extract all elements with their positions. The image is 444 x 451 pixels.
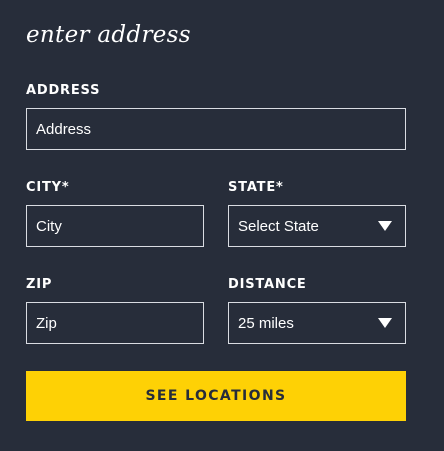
distance-label: DISTANCE [228,277,307,292]
zip-input[interactable] [26,302,204,344]
chevron-down-icon [378,318,392,328]
form-heading: enter address [26,22,191,48]
zip-label: ZIP [26,277,53,292]
see-locations-button[interactable]: SEE LOCATIONS [26,371,406,421]
chevron-down-icon [378,221,392,231]
state-select[interactable]: Select State [228,205,406,247]
state-select-value: Select State [238,217,319,235]
city-input[interactable] [26,205,204,247]
state-label: STATE* [228,180,284,195]
city-label: CITY* [26,180,70,195]
address-label: ADDRESS [26,83,101,98]
address-input[interactable] [26,108,406,150]
distance-select-value: 25 miles [238,314,294,332]
store-locator-form: enter address ADDRESS CITY* STATE* Selec… [0,0,444,451]
distance-select[interactable]: 25 miles [228,302,406,344]
